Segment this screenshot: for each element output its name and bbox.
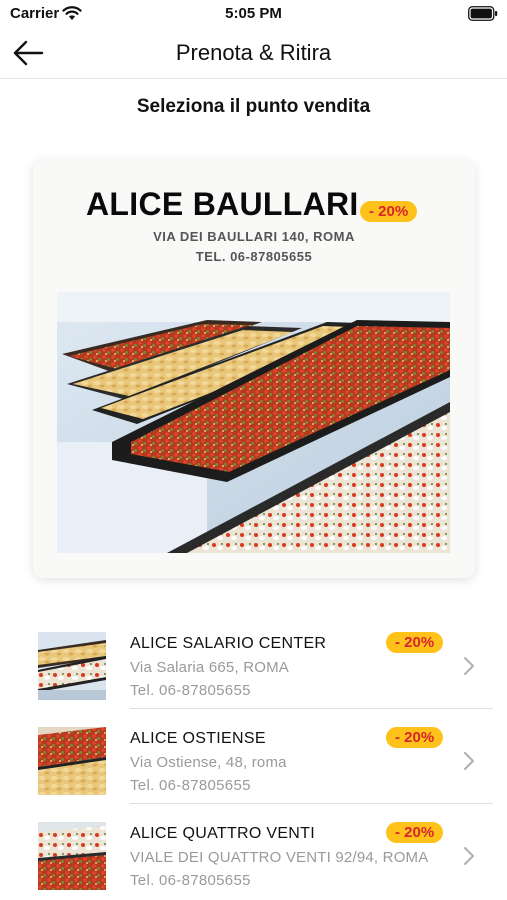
store-address: Via Salaria 665, ROMA [130,659,289,676]
store-phone: Tel. 06-87805655 [130,682,251,699]
chevron-right-icon [464,752,474,770]
discount-badge: - 20% [386,727,444,748]
featured-store-card[interactable]: ALICE BAULLARI - 20% VIA DEI BAULLARI 14… [33,160,475,578]
discount-badge: - 20% [386,632,444,653]
discount-badge: - 20% [360,201,418,222]
status-bar: Carrier 5:05 PM [0,0,507,28]
discount-badge: - 20% [386,822,444,843]
list-item[interactable]: ALICE SALARIO CENTER Via Salaria 665, RO… [0,614,507,709]
store-phone: Tel. 06-87805655 [130,777,251,794]
featured-store-name: ALICE BAULLARI [86,186,359,222]
featured-store-address: VIA DEI BAULLARI 140, ROMA [153,229,355,244]
store-address: VIALE DEI QUATTRO VENTI 92/94, ROMA [130,849,429,866]
chevron-right-icon [464,847,474,865]
store-thumbnail [38,727,106,795]
section-title: Seleziona il punto vendita [136,96,371,117]
list-item[interactable]: ALICE QUATTRO VENTI VIALE DEI QUATTRO VE… [0,804,507,899]
store-list: ALICE SALARIO CENTER Via Salaria 665, RO… [0,614,507,899]
navigation-bar: Prenota & Ritira [0,28,507,79]
store-name: ALICE OSTIENSE [130,730,266,747]
store-thumbnail [38,632,106,700]
store-photo [57,292,450,553]
store-name: ALICE SALARIO CENTER [130,635,327,652]
store-name: ALICE QUATTRO VENTI [130,825,315,842]
battery-icon [468,6,498,21]
page-title: Prenota & Ritira [175,40,332,65]
store-thumbnail [38,822,106,890]
featured-store-phone: TEL. 06-87805655 [195,249,313,264]
store-phone: Tel. 06-87805655 [130,872,251,889]
chevron-right-icon [464,657,474,675]
list-item[interactable]: ALICE OSTIENSE Via Ostiense, 48, roma Te… [0,709,507,804]
store-address: Via Ostiense, 48, roma [130,754,287,771]
status-time: 5:05 PM [225,5,282,22]
